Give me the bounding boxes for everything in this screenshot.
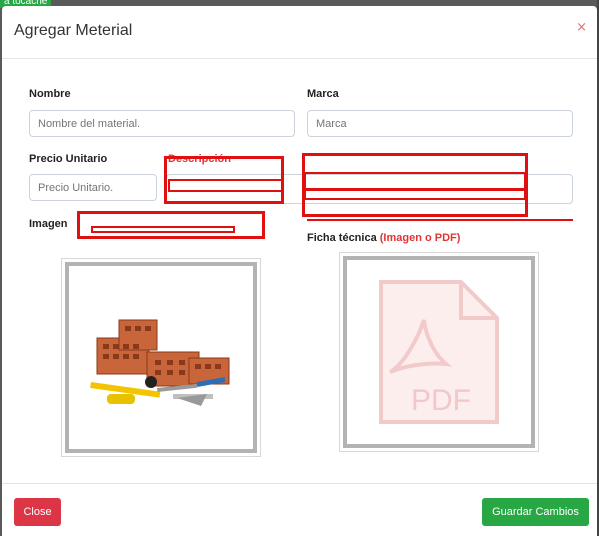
- redaction-box: [304, 188, 526, 200]
- pdf-text: PDF: [411, 384, 471, 417]
- modal-footer: Close Guardar Cambios: [2, 483, 597, 536]
- modal-header: Agregar Meterial ×: [2, 6, 597, 59]
- nombre-label: Nombre: [29, 88, 71, 100]
- precio-label: Precio Unitario: [29, 153, 108, 165]
- precio-input[interactable]: [29, 174, 157, 201]
- bricks-and-tools-image: [90, 319, 230, 406]
- imagen-frame: [65, 262, 257, 453]
- redaction-box: [168, 179, 284, 192]
- close-button[interactable]: Close: [14, 498, 61, 526]
- ficha-label-text: Ficha técnica: [307, 232, 377, 244]
- marca-label: Marca: [307, 88, 339, 100]
- save-changes-button[interactable]: Guardar Cambios: [482, 498, 589, 526]
- ficha-frame: PDF: [343, 256, 535, 448]
- ficha-thumbnail[interactable]: PDF: [339, 252, 539, 452]
- redaction-box: [77, 211, 265, 239]
- pdf-file-icon: PDF: [379, 280, 499, 424]
- validation-underline: [307, 219, 573, 221]
- close-icon[interactable]: ×: [576, 20, 587, 35]
- ficha-label: Ficha técnica (Imagen o PDF): [307, 232, 460, 244]
- marca-input[interactable]: [307, 110, 573, 137]
- ficha-label-suffix: (Imagen o PDF): [379, 232, 461, 244]
- imagen-thumbnail[interactable]: [61, 258, 261, 457]
- modal-title: Agregar Meterial: [14, 22, 133, 39]
- add-material-modal: Agregar Meterial × Nombre Marca Precio U…: [2, 6, 597, 536]
- imagen-label: Imagen: [29, 218, 68, 230]
- nombre-input[interactable]: [29, 110, 295, 137]
- redaction-box: [91, 226, 235, 233]
